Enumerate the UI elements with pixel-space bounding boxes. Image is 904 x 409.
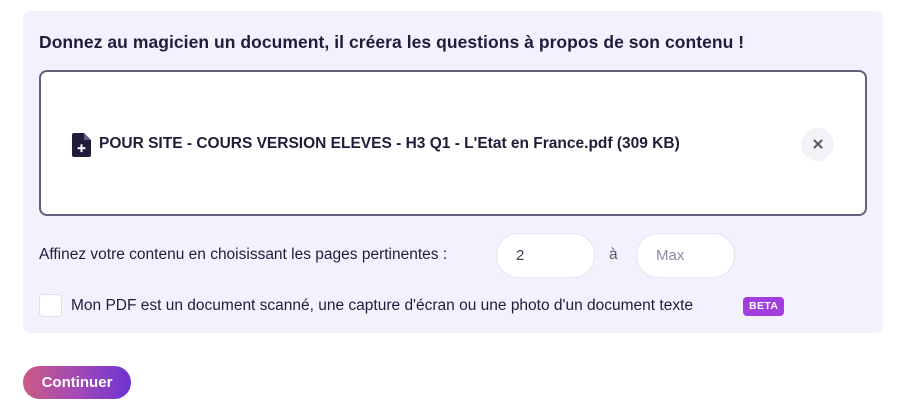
close-icon bbox=[813, 137, 823, 152]
page-from-input[interactable] bbox=[496, 233, 595, 278]
page-to-input[interactable] bbox=[636, 233, 735, 278]
file-dropzone[interactable]: POUR SITE - COURS VERSION ELEVES - H3 Q1… bbox=[39, 70, 867, 216]
page-range-label: Affinez votre contenu en choisissant les… bbox=[39, 246, 448, 263]
beta-badge: BETA bbox=[743, 297, 785, 316]
continue-button[interactable]: Continuer bbox=[23, 366, 131, 399]
panel-heading: Donnez au magicien un document, il créer… bbox=[39, 32, 745, 52]
scanned-document-label[interactable]: Mon PDF est un document scanné, une capt… bbox=[71, 297, 693, 315]
page-range-separator: à bbox=[609, 246, 618, 263]
document-generator-panel: Donnez au magicien un document, il créer… bbox=[23, 11, 883, 333]
remove-file-button[interactable] bbox=[801, 128, 834, 161]
scanned-document-checkbox[interactable] bbox=[39, 294, 62, 317]
file-name-label: POUR SITE - COURS VERSION ELEVES - H3 Q1… bbox=[99, 135, 680, 152]
file-plus-icon bbox=[72, 133, 91, 157]
